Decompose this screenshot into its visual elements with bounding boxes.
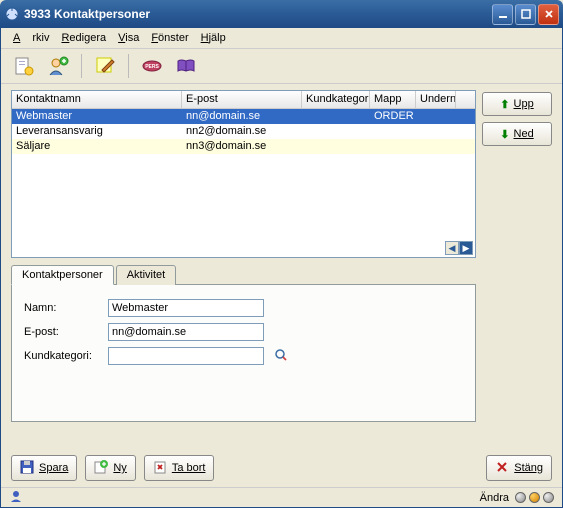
up-button[interactable]: ⬆ Upp (482, 92, 552, 116)
menu-visa[interactable]: Visa (112, 30, 145, 46)
toolbar: PERS (1, 48, 562, 84)
label-email: E-post: (24, 326, 102, 338)
title-bar: 3933 Kontaktpersoner (0, 0, 563, 28)
close-button-bottom[interactable]: Stäng (486, 455, 552, 481)
tab-strip: Kontaktpersoner Aktivitet (11, 265, 476, 285)
bottom-bar: Spara Ny Ta bort Stäng (1, 449, 562, 487)
name-input[interactable] (108, 299, 264, 317)
light-gray-icon (515, 492, 526, 503)
contacts-list[interactable]: Kontaktnamn E-post Kundkategori Mapp Und… (11, 90, 476, 258)
table-row[interactable]: Webmaster nn@domain.se ORDER (12, 109, 475, 124)
scroll-left-icon[interactable]: ◀ (445, 241, 459, 255)
menu-bar: Arkiv Redigera Visa Fönster Hjälp (1, 28, 562, 48)
delete-button[interactable]: Ta bort (144, 455, 215, 481)
col-email[interactable]: E-post (182, 91, 302, 108)
down-arrow-icon: ⬇ (500, 128, 509, 141)
menu-redigera[interactable]: Redigera (55, 30, 112, 46)
label-cat: Kundkategori: (24, 350, 102, 362)
list-body: Webmaster nn@domain.se ORDER Leveransans… (12, 109, 475, 257)
list-header: Kontaktnamn E-post Kundkategori Mapp Und… (12, 91, 475, 109)
label-name: Namn: (24, 302, 102, 314)
minimize-button[interactable] (492, 4, 513, 25)
save-button[interactable]: Spara (11, 455, 77, 481)
edit-note-icon[interactable] (90, 51, 120, 81)
close-button[interactable] (538, 4, 559, 25)
col-cat[interactable]: Kundkategori (302, 91, 370, 108)
scroll-right-icon[interactable]: ▶ (459, 241, 473, 255)
new-button[interactable]: Ny (85, 455, 135, 481)
add-person-icon[interactable] (43, 51, 73, 81)
toolbar-separator (81, 54, 82, 78)
search-icon[interactable] (274, 348, 288, 365)
book-icon[interactable] (171, 51, 201, 81)
status-user-icon (9, 489, 23, 506)
scroll-corner: ◀ ▶ (445, 241, 475, 257)
col-under[interactable]: Undern (416, 91, 456, 108)
maximize-button[interactable] (515, 4, 536, 25)
email-input[interactable] (108, 323, 264, 341)
menu-arkiv[interactable]: Arkiv (7, 30, 55, 46)
down-button[interactable]: ⬇ Ned (482, 122, 552, 146)
menu-fonster[interactable]: Fönster (145, 30, 194, 46)
window-title: 3933 Kontaktpersoner (24, 7, 490, 21)
light-gray-icon (543, 492, 554, 503)
category-input[interactable] (108, 347, 264, 365)
tab-kontaktpersoner[interactable]: Kontaktpersoner (11, 265, 114, 285)
status-lights (515, 492, 554, 503)
status-andra: Ändra (480, 492, 509, 504)
plus-icon (94, 460, 108, 477)
menu-hjalp[interactable]: Hjälp (195, 30, 232, 46)
table-row[interactable]: Säljare nn3@domain.se (12, 139, 475, 154)
floppy-icon (20, 460, 34, 477)
light-orange-icon (529, 492, 540, 503)
toolbar-separator (128, 54, 129, 78)
app-icon (4, 6, 20, 22)
table-row[interactable]: Leveransansvarig nn2@domain.se (12, 124, 475, 139)
svg-text:PERS: PERS (145, 64, 159, 70)
delete-icon (153, 460, 167, 477)
x-icon (495, 460, 509, 477)
new-document-icon[interactable] (9, 51, 39, 81)
tab-aktivitet[interactable]: Aktivitet (116, 265, 177, 285)
col-folder[interactable]: Mapp (370, 91, 416, 108)
up-arrow-icon: ⬆ (500, 98, 509, 111)
pers-icon[interactable]: PERS (137, 51, 167, 81)
col-name[interactable]: Kontaktnamn (12, 91, 182, 108)
status-bar: Ändra (1, 487, 562, 507)
tab-pane: Namn: E-post: Kundkategori: (11, 284, 476, 422)
